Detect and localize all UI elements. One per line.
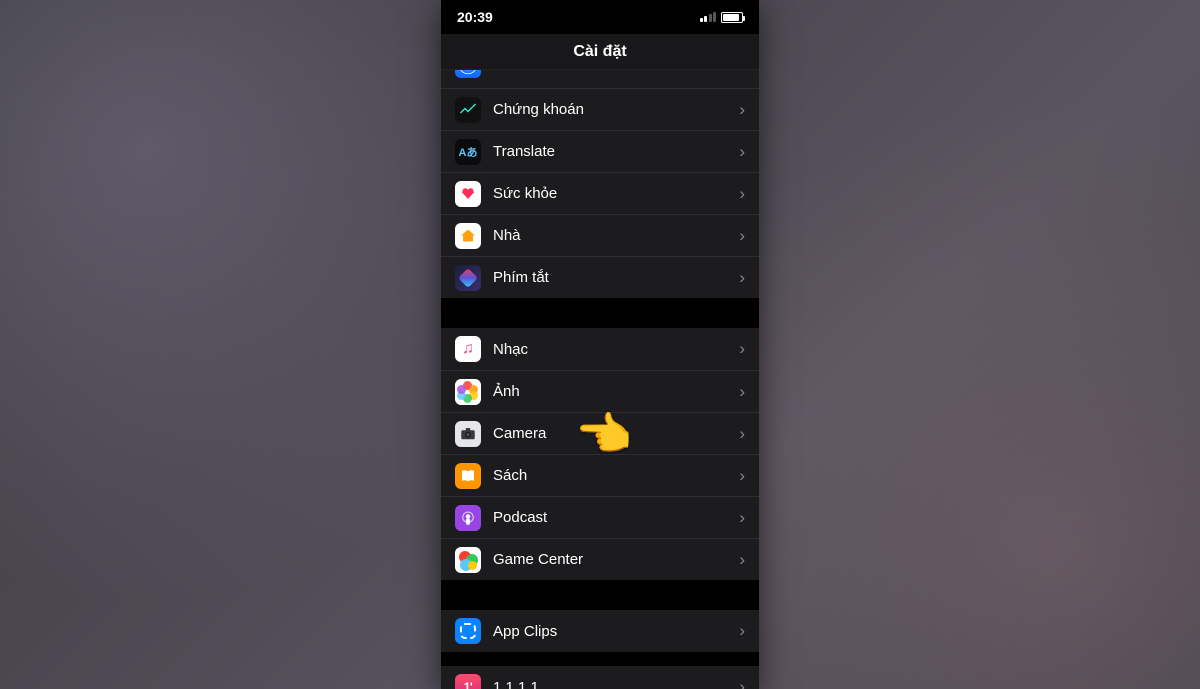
settings-row-safari[interactable]: Safari › <box>441 70 759 88</box>
safari-icon <box>455 70 481 78</box>
row-label: Sách <box>493 467 739 484</box>
app-clips-icon <box>455 618 481 644</box>
settings-row-podcast[interactable]: Podcast › <box>441 496 759 538</box>
settings-row-home[interactable]: Nhà › <box>441 214 759 256</box>
settings-row-photos[interactable]: Ảnh › <box>441 370 759 412</box>
status-bar: 20:39 <box>441 0 759 34</box>
settings-row-camera[interactable]: Camera › 👈 <box>441 412 759 454</box>
row-label: Camera <box>493 425 739 442</box>
settings-row-1111[interactable]: 1' 1.1.1.1 › <box>441 666 759 689</box>
music-icon: ♫ <box>455 336 481 362</box>
chevron-right-icon: › <box>739 226 745 246</box>
books-icon <box>455 463 481 489</box>
row-label: 1.1.1.1 <box>493 679 739 689</box>
chevron-right-icon: › <box>739 550 745 570</box>
row-label: Ảnh <box>493 383 739 400</box>
settings-row-translate[interactable]: Aあ Translate › <box>441 130 759 172</box>
game-center-icon <box>455 547 481 573</box>
chevron-right-icon: › <box>739 100 745 120</box>
camera-icon <box>455 421 481 447</box>
chevron-right-icon: › <box>739 70 745 76</box>
settings-row-health[interactable]: Sức khỏe › <box>441 172 759 214</box>
one-one-one-one-icon: 1' <box>455 674 481 689</box>
settings-row-gamecenter[interactable]: Game Center › <box>441 538 759 580</box>
chevron-right-icon: › <box>739 508 745 528</box>
nav-header: Cài đặt <box>441 34 759 70</box>
settings-group: 1' 1.1.1.1 › <box>441 666 759 689</box>
group-gap <box>441 298 759 328</box>
row-label: Game Center <box>493 551 739 568</box>
row-label: App Clips <box>493 623 739 640</box>
settings-row-shortcuts[interactable]: Phím tắt › <box>441 256 759 298</box>
settings-row-books[interactable]: Sách › <box>441 454 759 496</box>
chevron-right-icon: › <box>739 621 745 641</box>
music-glyph: ♫ <box>462 340 474 358</box>
status-time: 20:39 <box>457 9 493 25</box>
settings-row-music[interactable]: ♫ Nhạc › <box>441 328 759 370</box>
settings-group: ♫ Nhạc › Ảnh › Came <box>441 328 759 580</box>
photos-icon <box>455 379 481 405</box>
chevron-right-icon: › <box>739 424 745 444</box>
group-gap <box>441 580 759 610</box>
chevron-right-icon: › <box>739 466 745 486</box>
cellular-signal-icon <box>700 12 717 22</box>
health-icon <box>455 181 481 207</box>
settings-list[interactable]: Safari › Chứng khoán › Aあ Translate › Sứ… <box>441 70 759 689</box>
row-label: Sức khỏe <box>493 185 739 202</box>
row-label: Podcast <box>493 509 739 526</box>
phone-frame: 20:39 Cài đặt Safari › Chứng khoán › <box>441 0 759 689</box>
settings-row-stocks[interactable]: Chứng khoán › <box>441 88 759 130</box>
row-label: Nhà <box>493 227 739 244</box>
podcast-icon <box>455 505 481 531</box>
chevron-right-icon: › <box>739 184 745 204</box>
chevron-right-icon: › <box>739 142 745 162</box>
settings-row-appclips[interactable]: App Clips › <box>441 610 759 652</box>
page-title: Cài đặt <box>573 43 626 61</box>
shortcuts-icon <box>455 265 481 291</box>
translate-icon: Aあ <box>455 139 481 165</box>
stocks-icon <box>455 97 481 123</box>
row-label: Nhạc <box>493 341 739 358</box>
group-gap <box>441 652 759 666</box>
row-label: Chứng khoán <box>493 101 739 118</box>
settings-group: Safari › Chứng khoán › Aあ Translate › Sứ… <box>441 70 759 298</box>
settings-group: App Clips › <box>441 610 759 652</box>
chevron-right-icon: › <box>739 382 745 402</box>
chevron-right-icon: › <box>739 268 745 288</box>
row-label: Phím tắt <box>493 269 739 286</box>
chevron-right-icon: › <box>739 677 745 689</box>
home-icon <box>455 223 481 249</box>
battery-icon <box>721 12 743 23</box>
chevron-right-icon: › <box>739 339 745 359</box>
row-label: Translate <box>493 143 739 160</box>
status-right <box>700 12 744 23</box>
